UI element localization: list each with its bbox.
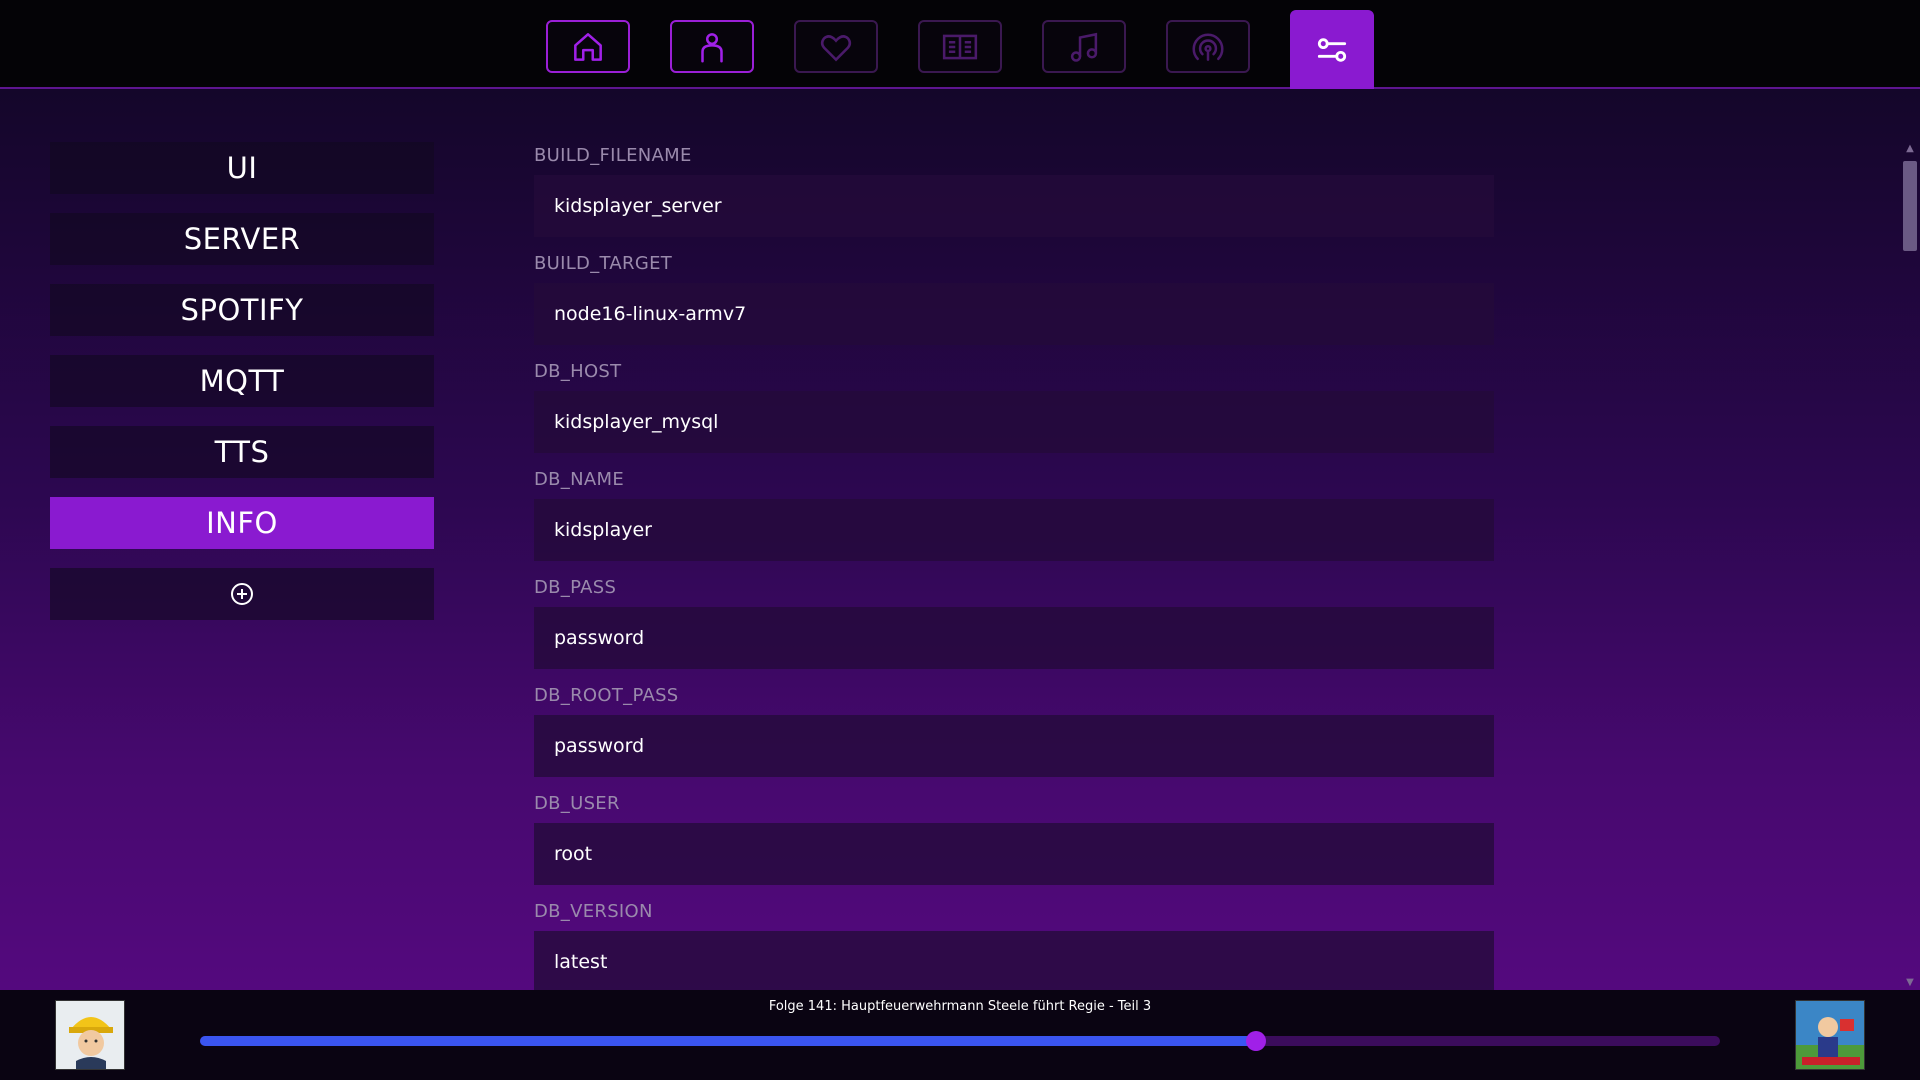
sidebar-add-button[interactable] [50,568,434,620]
add-circle-icon [231,583,253,605]
scroll-up-arrow-icon[interactable]: ▲ [1900,141,1920,157]
sidebar-item-spotify[interactable]: SPOTIFY [50,284,434,336]
heart-icon [820,34,852,61]
field-label: BUILD_FILENAME [534,145,692,166]
db-host-input[interactable] [534,391,1494,453]
content-scrollbar[interactable]: ▲ ▼ [1900,141,1920,990]
sidebar-item-ui[interactable]: UI [50,142,434,194]
settings-sidebar: UI SERVER SPOTIFY MQTT TTS INFO [50,142,434,639]
sidebar-item-info[interactable]: INFO [50,497,434,549]
sidebar-item-tts[interactable]: TTS [50,426,434,478]
sidebar-item-label: UI [226,151,258,185]
sidebar-item-label: INFO [206,506,278,540]
playback-progress-knob[interactable] [1246,1031,1267,1051]
playback-progress-slider[interactable] [200,1031,1720,1051]
field-label: DB_PASS [534,577,617,598]
now-playing-title: Folge 141: Hauptfeuerwehrmann Steele füh… [768,999,1152,1014]
field-label: DB_ROOT_PASS [534,685,679,706]
db-pass-input[interactable] [534,607,1494,669]
field-db-name: DB_NAME [534,465,1494,573]
scroll-down-arrow-icon[interactable]: ▼ [1900,975,1920,990]
build-target-input[interactable] [534,283,1494,345]
settings-content: UI SERVER SPOTIFY MQTT TTS INFO BUILD_FI… [0,89,1920,990]
field-db-host: DB_HOST [534,357,1494,465]
album-cover-thumbnail[interactable] [1795,1000,1865,1070]
sidebar-item-mqtt[interactable]: MQTT [50,355,434,407]
settings-sliders-icon [1317,37,1347,62]
info-field-list: BUILD_FILENAME BUILD_TARGET DB_HOST DB_N… [534,141,1494,990]
field-build-filename: BUILD_FILENAME [534,141,1494,249]
nav-settings-button[interactable] [1290,10,1374,89]
sidebar-item-label: MQTT [199,364,285,398]
podcast-icon [1192,33,1224,61]
episode-cover-thumbnail[interactable] [55,1000,125,1070]
fireman-cover-image [56,1001,124,1069]
field-label: DB_NAME [534,469,624,490]
field-db-pass: DB_PASS [534,573,1494,681]
field-db-user: DB_USER [534,789,1494,897]
book-icon [942,34,978,59]
sidebar-item-label: SPOTIFY [180,293,304,327]
scrollbar-thumb[interactable] [1903,161,1917,251]
top-navigation [0,0,1920,89]
field-db-root-pass: DB_ROOT_PASS [534,681,1494,789]
music-note-icon [1070,32,1098,62]
db-root-pass-input[interactable] [534,715,1494,777]
person-icon [701,32,723,63]
nav-favorites-button[interactable] [794,20,878,73]
nav-podcast-button[interactable] [1166,20,1250,73]
field-label: DB_VERSION [534,901,653,922]
field-build-target: BUILD_TARGET [534,249,1494,357]
nav-profile-button[interactable] [670,20,754,73]
field-label: DB_USER [534,793,620,814]
field-db-version: DB_VERSION [534,897,1494,990]
home-icon [574,32,602,61]
player-bar: Folge 141: Hauptfeuerwehrmann Steele füh… [0,990,1920,1080]
nav-books-button[interactable] [918,20,1002,73]
nav-home-button[interactable] [546,20,630,73]
db-name-input[interactable] [534,499,1494,561]
album-cover-image [1796,1001,1864,1069]
build-filename-input[interactable] [534,175,1494,237]
field-label: BUILD_TARGET [534,253,673,274]
db-user-input[interactable] [534,823,1494,885]
field-label: DB_HOST [534,361,622,382]
sidebar-item-label: SERVER [183,222,301,256]
nav-music-button[interactable] [1042,20,1126,73]
playback-progress-fill [200,1036,1257,1046]
db-version-input[interactable] [534,931,1494,990]
sidebar-item-label: TTS [214,435,270,469]
sidebar-item-server[interactable]: SERVER [50,213,434,265]
